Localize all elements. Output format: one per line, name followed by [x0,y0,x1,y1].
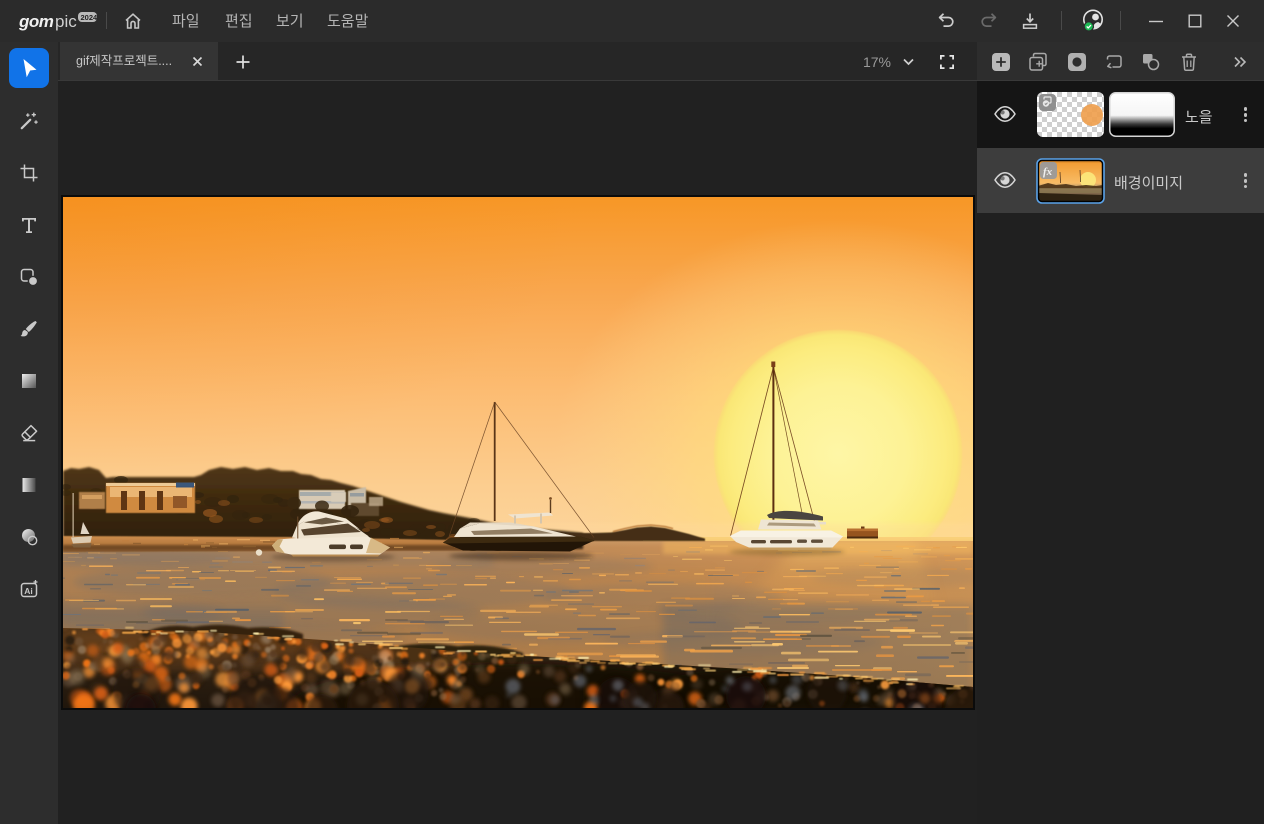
svg-text:2024: 2024 [81,13,98,22]
svg-text:Ai: Ai [24,586,33,596]
svg-text:gom: gom [19,12,54,31]
svg-text:pic: pic [55,12,77,31]
svg-text:fx: fx [1043,166,1053,178]
